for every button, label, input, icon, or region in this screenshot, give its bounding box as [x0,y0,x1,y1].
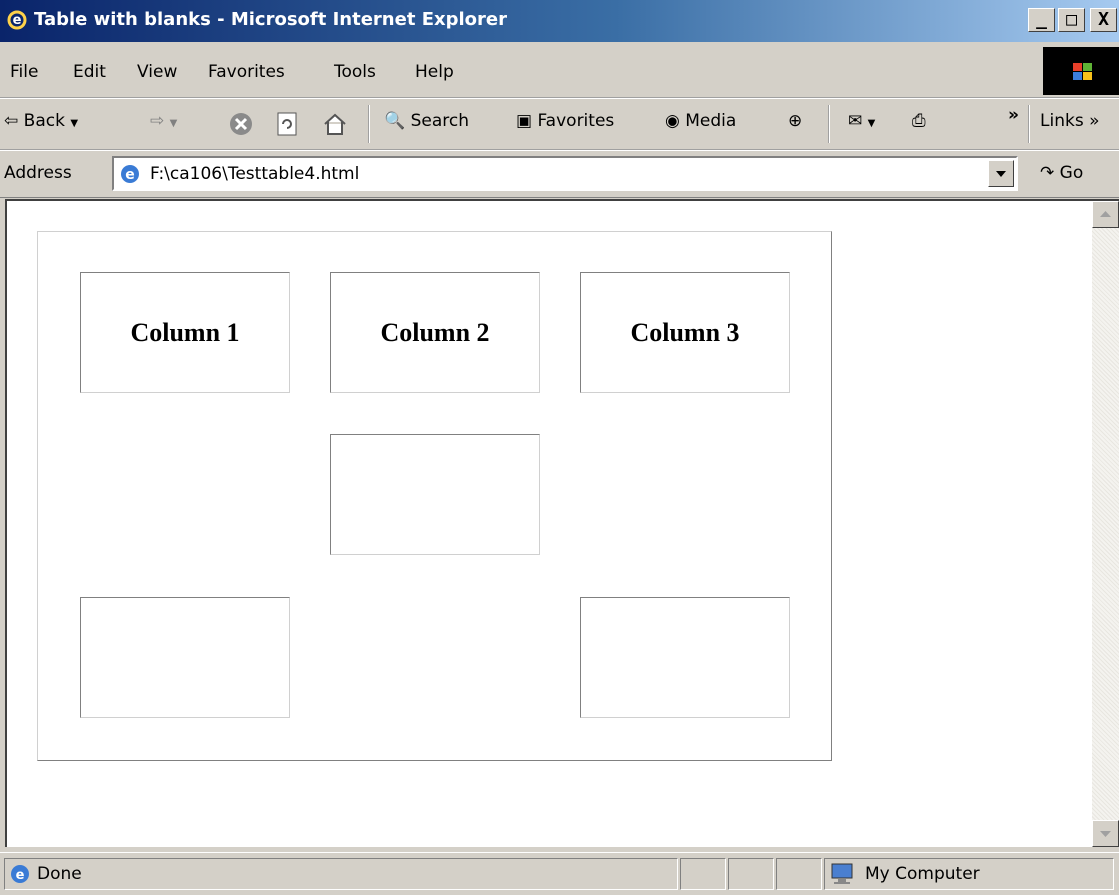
mail-dropdown-icon: ▼ [867,118,876,129]
column-header-3: Column 3 [630,317,740,347]
vertical-scrollbar[interactable] [1092,201,1119,847]
status-pane-main: e Done [4,858,678,890]
mail-icon: ✉ [848,111,863,131]
favorites-label: Favorites [537,111,615,131]
page-content: Column 1 Column 2 Column 3 [5,199,1119,847]
go-button[interactable]: ↷ Go [1040,163,1083,183]
print-button[interactable]: ⎙ [912,111,926,131]
standard-toolbar: ⇦ Back ▼ ⇨ ▼ 🔍 Search ▣ Favorites ◉ Medi… [0,98,1119,150]
page-icon: e [121,165,139,183]
close-button[interactable]: X [1090,8,1117,32]
media-label: Media [685,111,737,131]
scroll-down-button[interactable] [1092,820,1119,847]
scroll-down-arrow-icon [1100,831,1111,837]
windows-logo-icon [1043,47,1119,95]
minimize-button[interactable]: _ [1028,8,1055,32]
column-header-1: Column 1 [130,317,240,347]
go-label: Go [1059,163,1084,183]
table-cell-empty [80,597,290,718]
minimize-icon: _ [1036,9,1047,30]
scroll-up-arrow-icon [1100,211,1111,217]
history-button[interactable]: ⊕ [788,111,802,131]
status-text: Done [37,864,82,884]
back-label: Back [23,111,65,131]
menu-favorites[interactable]: Favorites [208,62,285,82]
back-dropdown-icon: ▼ [70,118,79,129]
links-button[interactable]: Links » [1040,111,1099,131]
svg-text:e: e [125,167,135,183]
menu-bar: File Edit View Favorites Tools Help [0,42,1119,98]
forward-button[interactable]: ⇨ ▼ [150,111,177,131]
back-arrow-icon: ⇦ [4,111,19,131]
menu-help[interactable]: Help [415,62,454,82]
column-header-2: Column 2 [380,317,490,347]
status-pane [680,858,726,890]
mail-button[interactable]: ✉ ▼ [848,111,875,131]
go-arrow-icon: ↷ [1040,163,1055,183]
address-label: Address [4,163,72,183]
address-bar: Address e F:\ca106\Testtable4.html ↷ Go [0,150,1119,198]
my-computer-icon [831,863,853,884]
menu-view[interactable]: View [137,62,177,82]
address-input[interactable]: e F:\ca106\Testtable4.html [112,156,1018,191]
table: Column 1 Column 2 Column 3 [37,231,832,761]
status-bar: e Done My Computer [0,852,1119,895]
back-button[interactable]: ⇦ Back ▼ [4,111,78,131]
toolbar-overflow-button[interactable]: » [1008,105,1019,125]
table-cell-empty [580,597,790,718]
search-icon: 🔍 [384,111,406,131]
toolbar-separator [828,105,830,143]
address-dropdown-button[interactable] [988,160,1014,187]
status-zone-text: My Computer [865,864,980,884]
table-cell: Column 3 [580,272,790,393]
media-button[interactable]: ◉ Media [665,111,736,131]
favorites-icon: ▣ [516,111,533,131]
chevron-down-icon [996,171,1006,177]
search-label: Search [410,111,469,131]
svg-text:e: e [13,13,22,28]
history-icon: ⊕ [788,111,803,131]
maximize-icon: □ [1066,9,1077,30]
forward-arrow-icon: ⇨ [150,111,165,131]
menu-file[interactable]: File [10,62,38,82]
toolbar-separator [1028,105,1030,143]
home-icon[interactable] [322,111,348,137]
table-cell: Column 2 [330,272,540,393]
svg-text:e: e [16,868,25,883]
table-cell: Column 1 [80,272,290,393]
refresh-icon[interactable] [275,111,299,137]
close-icon: X [1098,9,1109,30]
search-button[interactable]: 🔍 Search [384,111,469,131]
table-cell-empty [330,434,540,555]
address-value: F:\ca106\Testtable4.html [150,164,360,184]
stop-icon[interactable] [228,111,254,137]
page-status-icon: e [11,865,29,883]
status-pane [776,858,822,890]
maximize-button[interactable]: □ [1058,8,1085,32]
status-pane [728,858,774,890]
media-icon: ◉ [665,111,680,131]
title-bar: e Table with blanks - Microsoft Internet… [0,0,1119,42]
menu-edit[interactable]: Edit [73,62,106,82]
internet-explorer-icon: e [7,10,27,30]
scroll-up-button[interactable] [1092,201,1119,228]
forward-dropdown-icon: ▼ [169,118,178,129]
menu-tools[interactable]: Tools [334,62,376,82]
toolbar-separator [368,105,370,143]
status-zone-pane: My Computer [824,858,1114,890]
favorites-button[interactable]: ▣ Favorites [516,111,614,131]
print-icon: ⎙ [912,111,926,131]
window-title: Table with blanks - Microsoft Internet E… [34,9,507,30]
